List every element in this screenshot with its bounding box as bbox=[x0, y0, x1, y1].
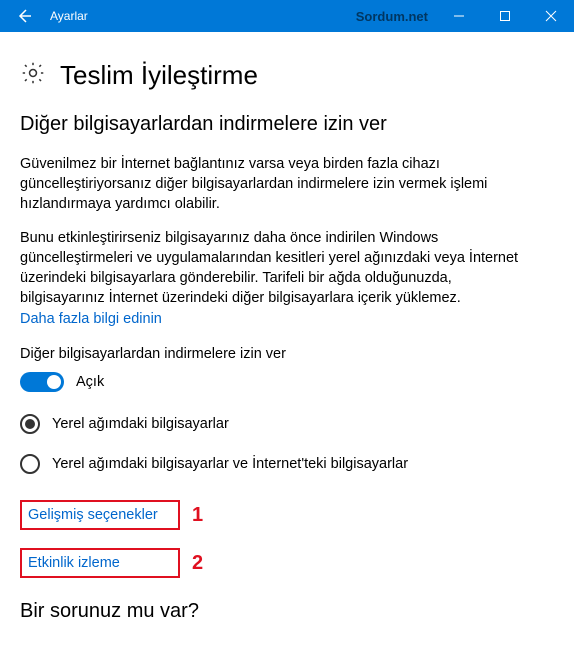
minimize-button[interactable] bbox=[436, 0, 482, 32]
advanced-options-row: Gelişmiş seçenekler 1 bbox=[20, 500, 554, 530]
window-title: Ayarlar bbox=[48, 9, 88, 23]
learn-more-link[interactable]: Daha fazla bilgi edinin bbox=[20, 311, 162, 327]
watermark-text: Sordum.net bbox=[356, 9, 436, 24]
annotation-number-2: 2 bbox=[192, 552, 203, 575]
radio-icon-checked bbox=[20, 414, 40, 434]
activity-monitor-row: Etkinlik izleme 2 bbox=[20, 548, 554, 578]
allow-downloads-toggle-row: Açık bbox=[20, 372, 554, 392]
radio-icon-unchecked bbox=[20, 454, 40, 474]
description-paragraph-1: Güvenilmez bir İnternet bağlantınız vars… bbox=[20, 154, 540, 214]
gear-icon bbox=[20, 60, 46, 91]
arrow-left-icon bbox=[15, 7, 33, 25]
annotation-box-1: Gelişmiş seçenekler bbox=[20, 500, 180, 530]
annotation-number-1: 1 bbox=[192, 504, 203, 527]
toggle-state-label: Açık bbox=[76, 374, 104, 390]
content-area: Teslim İyileştirme Diğer bilgisayarlarda… bbox=[0, 60, 574, 623]
radio-label-internet: Yerel ağımdaki bilgisayarlar ve İnternet… bbox=[52, 456, 408, 472]
section-title: Diğer bilgisayarlardan indirmelere izin … bbox=[20, 113, 554, 136]
titlebar: Ayarlar Sordum.net bbox=[0, 0, 574, 32]
description-paragraph-2: Bunu etkinleştirirseniz bilgisayarınız d… bbox=[20, 228, 540, 308]
maximize-button[interactable] bbox=[482, 0, 528, 32]
activity-monitor-link[interactable]: Etkinlik izleme bbox=[28, 555, 120, 571]
close-icon bbox=[545, 10, 557, 22]
radio-local-network[interactable]: Yerel ağımdaki bilgisayarlar bbox=[20, 414, 554, 434]
page-header: Teslim İyileştirme bbox=[20, 60, 554, 91]
advanced-options-link[interactable]: Gelişmiş seçenekler bbox=[28, 507, 158, 523]
page-title: Teslim İyileştirme bbox=[60, 60, 258, 91]
close-button[interactable] bbox=[528, 0, 574, 32]
radio-local-and-internet[interactable]: Yerel ağımdaki bilgisayarlar ve İnternet… bbox=[20, 454, 554, 474]
allow-downloads-toggle[interactable] bbox=[20, 372, 64, 392]
maximize-icon bbox=[499, 10, 511, 22]
question-heading: Bir sorunuz mu var? bbox=[20, 600, 554, 623]
annotation-box-2: Etkinlik izleme bbox=[20, 548, 180, 578]
radio-label-local: Yerel ağımdaki bilgisayarlar bbox=[52, 416, 229, 432]
toggle-heading: Diğer bilgisayarlardan indirmelere izin … bbox=[20, 346, 554, 362]
minimize-icon bbox=[453, 10, 465, 22]
toggle-knob bbox=[47, 375, 61, 389]
back-button[interactable] bbox=[0, 0, 48, 32]
